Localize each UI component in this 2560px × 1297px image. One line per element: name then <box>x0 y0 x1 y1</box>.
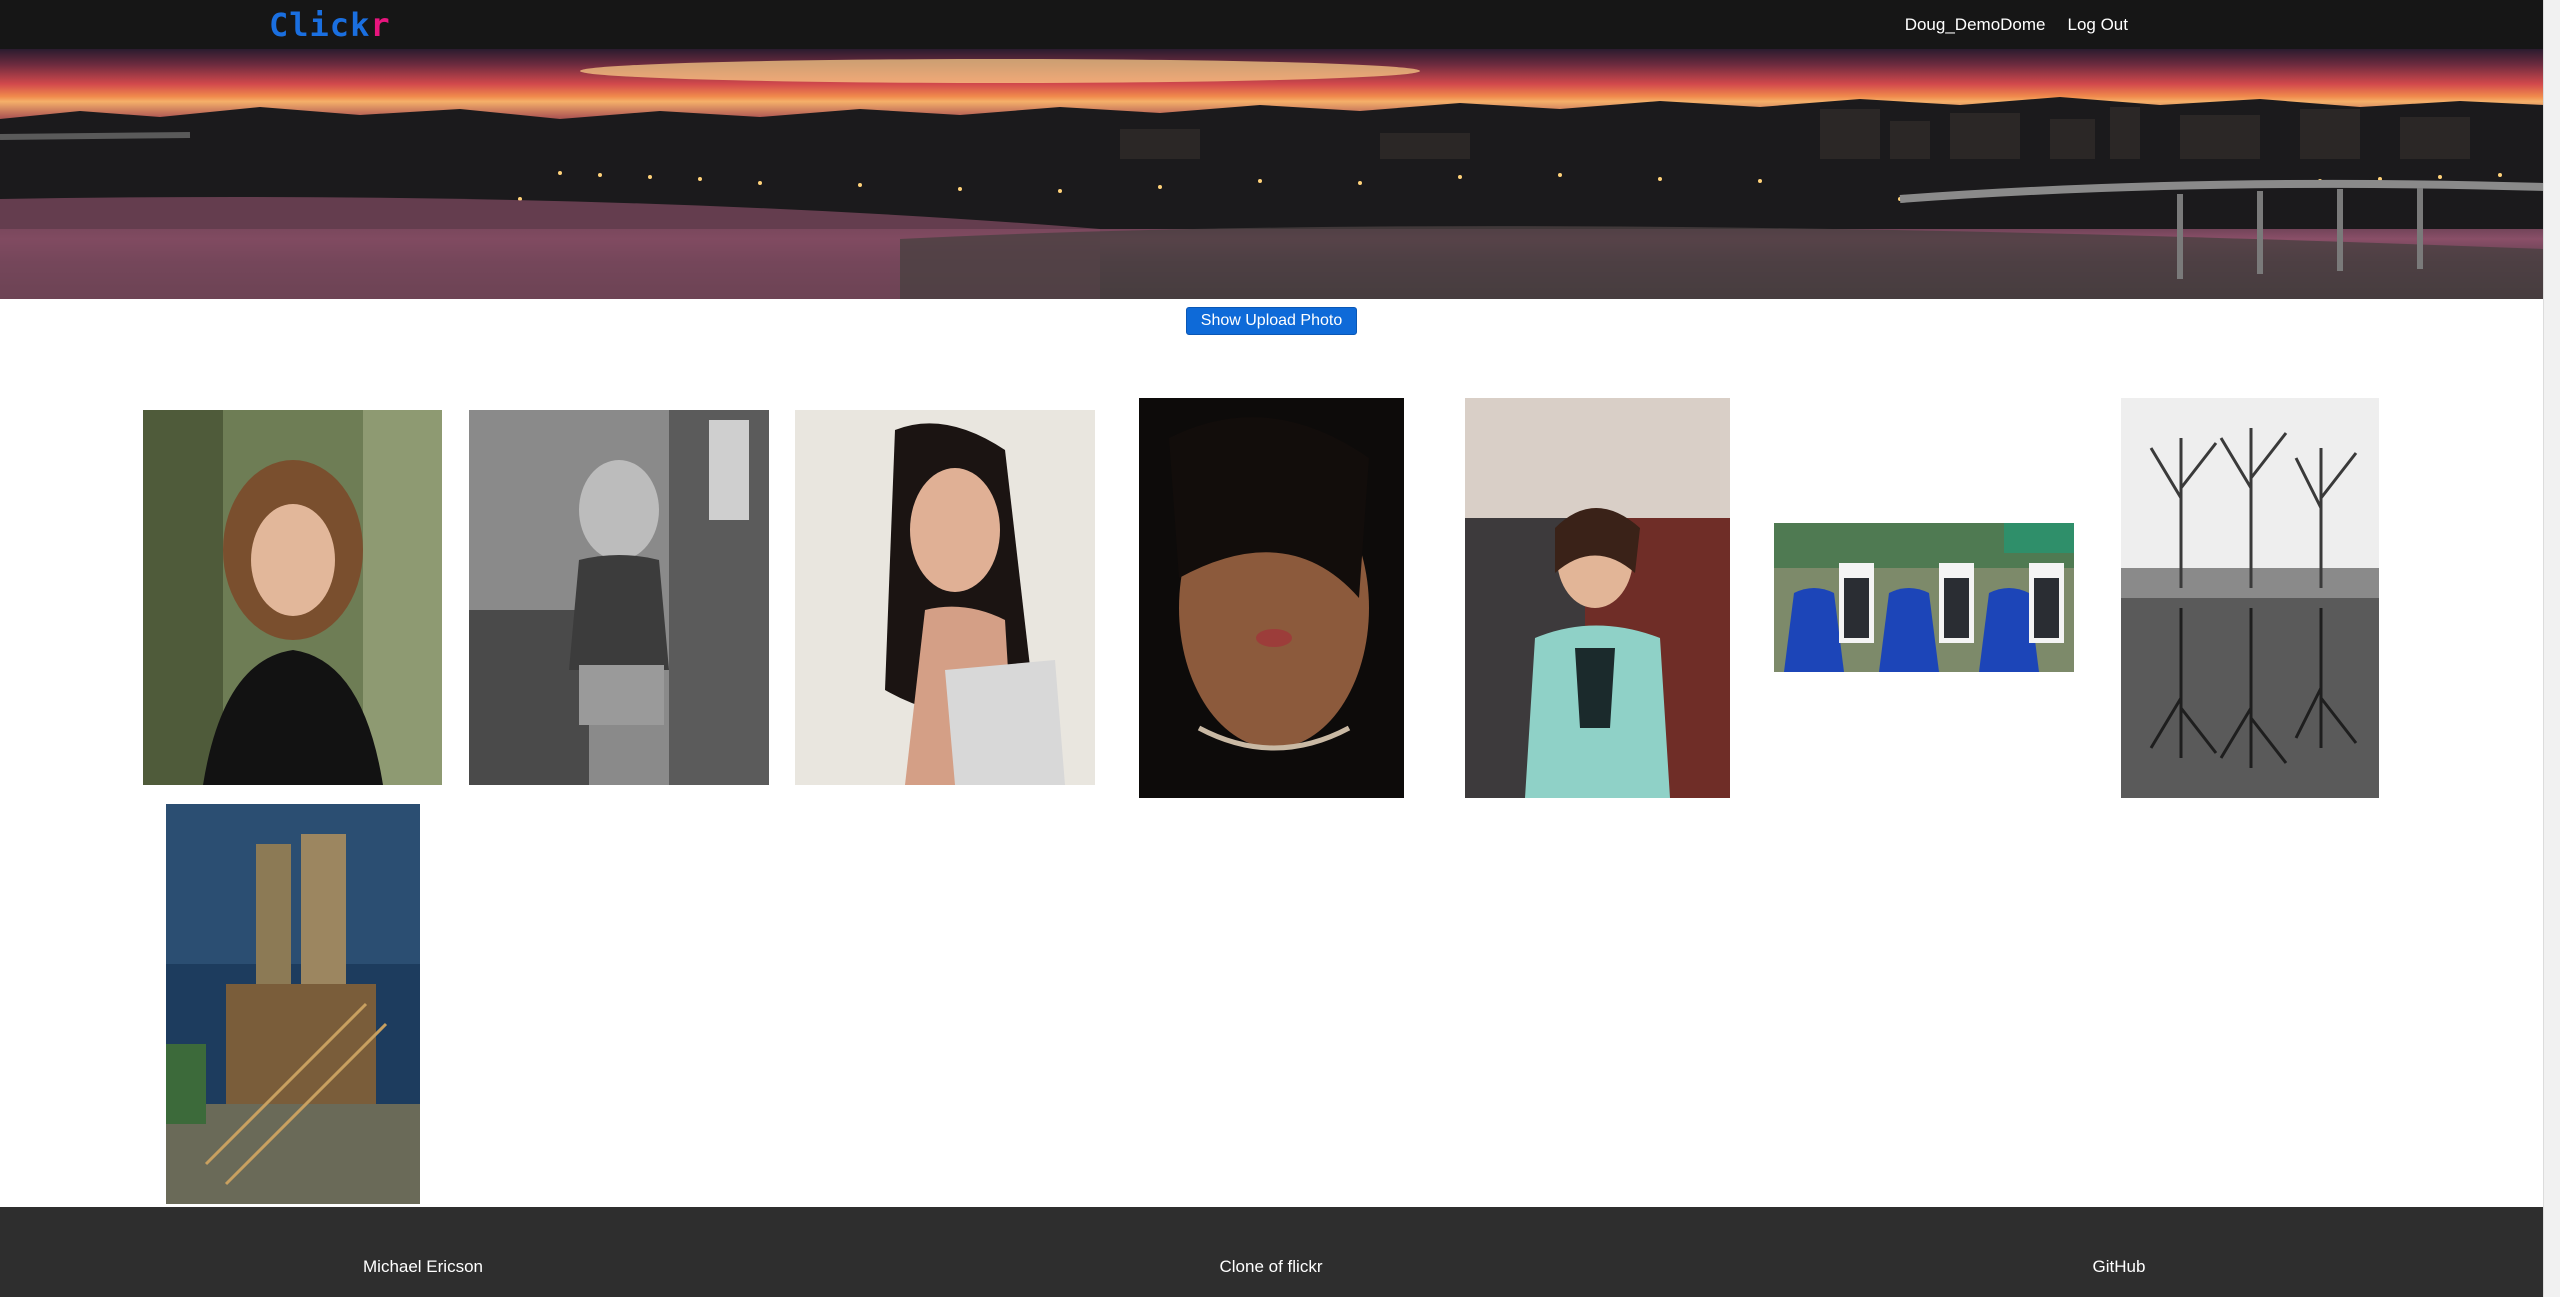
footer-author: Michael Ericson <box>363 1257 483 1276</box>
photo-woman-dark-hair-white-top[interactable] <box>795 410 1095 785</box>
photo-bw-trees-reflection[interactable] <box>2121 398 2379 798</box>
footer-github-link[interactable]: GitHub <box>2093 1257 2146 1277</box>
hero-banner <box>0 49 2544 299</box>
photo-wedding-party-couples[interactable] <box>1774 523 2074 672</box>
photo-woman-teal-dress-brick-wall[interactable] <box>1465 398 1730 798</box>
logout-link[interactable]: Log Out <box>2068 15 2129 35</box>
logo-accent-text: r <box>370 6 391 44</box>
photo-woman-bw-by-brick-wall[interactable] <box>469 410 769 785</box>
footer-tagline: Clone of flickr <box>1219 1257 1323 1276</box>
logo-main-text: Click <box>269 6 371 44</box>
username-link[interactable]: Doug_DemoDome <box>1905 15 2046 35</box>
vertical-scrollbar[interactable] <box>2543 0 2560 1297</box>
photo-woman-curly-hair-lace-top[interactable] <box>143 410 442 785</box>
top-nav: Clickr Doug_DemoDome Log Out <box>0 0 2544 49</box>
clickr-logo[interactable]: Clickr <box>269 5 391 45</box>
footer: Michael Ericson Clone of flickr GitHub <box>0 1207 2544 1297</box>
nav-user-links: Doug_DemoDome Log Out <box>1905 0 2128 49</box>
photo-industrial-plant-hdr[interactable] <box>166 804 420 1204</box>
hero-skyline-image <box>0 59 2544 299</box>
photo-woman-wet-hair-closeup[interactable] <box>1139 398 1404 798</box>
show-upload-photo-button[interactable]: Show Upload Photo <box>1186 307 1357 335</box>
